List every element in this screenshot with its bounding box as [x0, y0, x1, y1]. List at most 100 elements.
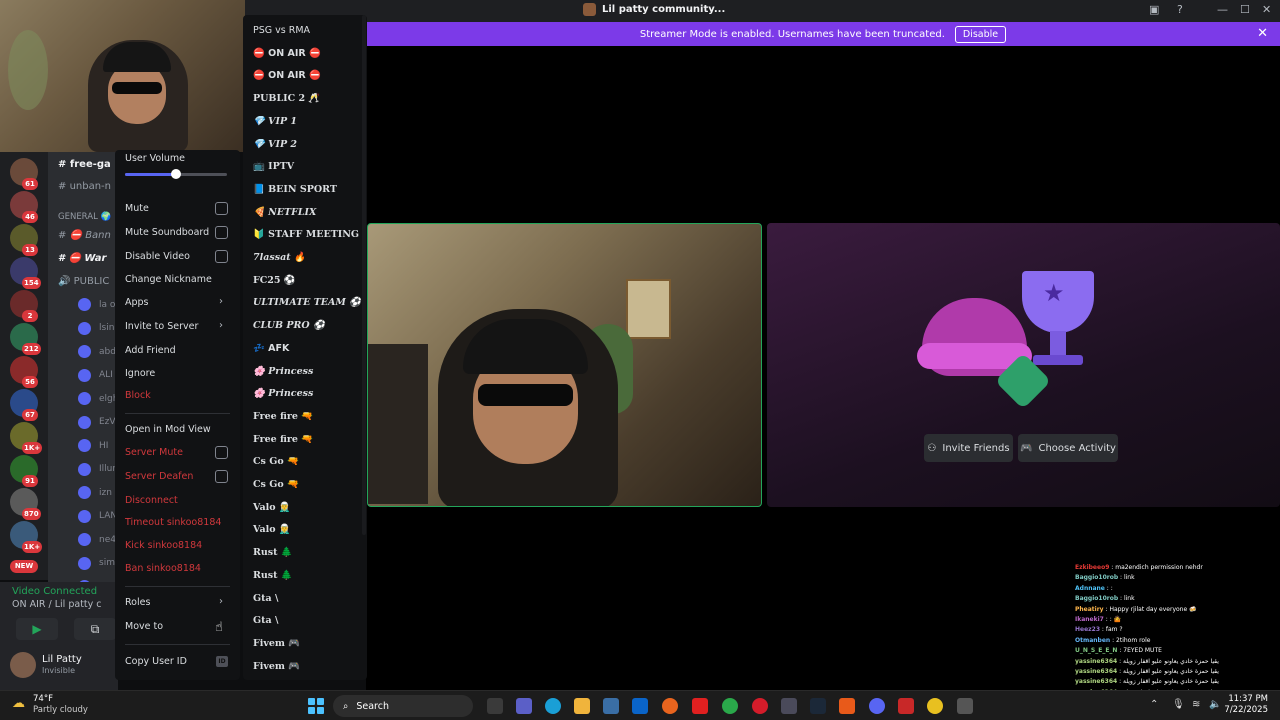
camera-icon[interactable]: ▶	[16, 618, 58, 640]
teams-icon[interactable]	[516, 698, 532, 714]
disable-video-item[interactable]: Disable Video	[125, 251, 190, 262]
disable-streamer-button[interactable]: Disable	[954, 25, 1007, 43]
disconnect-item[interactable]: Disconnect	[125, 495, 178, 506]
category-general[interactable]: GENERAL 🌍	[58, 212, 111, 222]
new-badge[interactable]: NEW	[10, 560, 38, 573]
move-to-channel-item[interactable]: 🌸 Princess	[253, 388, 313, 399]
voice-member[interactable]: ne4	[78, 533, 116, 546]
server-deafen-item[interactable]: Server Deafen	[125, 471, 193, 482]
move-to-channel-item[interactable]: Cs Go 🔫	[253, 456, 299, 467]
maximize-icon[interactable]: ☐	[1240, 3, 1250, 16]
start-button[interactable]	[308, 698, 324, 714]
clock-time[interactable]: 11:37 PM	[1228, 694, 1268, 704]
youtube-icon[interactable]	[692, 698, 708, 714]
voice-member[interactable]: sim	[78, 556, 115, 570]
invite-friends-button[interactable]: ⚇ Invite Friends	[924, 434, 1013, 462]
firefox-icon[interactable]	[662, 698, 678, 714]
help-icon[interactable]: ?	[1177, 3, 1183, 16]
move-to-channel-item[interactable]: Valo 🧝‍♂️	[253, 502, 291, 513]
roles-item[interactable]: Roles	[125, 597, 150, 608]
voice-channel-name[interactable]: ON AIR / Lil patty c	[12, 599, 102, 610]
app-icon[interactable]	[839, 698, 855, 714]
weather-icon[interactable]: ☁	[12, 696, 25, 711]
move-to-channel-item[interactable]: 💎 VIP 1	[253, 116, 297, 127]
kick-user-item[interactable]: Kick sinkoo8184	[125, 540, 202, 551]
app-icon[interactable]	[722, 698, 738, 714]
move-to-channel-item[interactable]: PSG vs RMA	[253, 25, 310, 36]
move-to-channel-item[interactable]: Valo 🧝‍♂️	[253, 524, 291, 535]
mute-checkbox[interactable]	[215, 202, 228, 215]
open-mod-view-item[interactable]: Open in Mod View	[125, 424, 211, 435]
disable-video-checkbox[interactable]	[215, 250, 228, 263]
mute-item[interactable]: Mute	[125, 203, 149, 214]
channel-unban[interactable]: # unban-n	[58, 181, 111, 192]
ignore-item[interactable]: Ignore	[125, 368, 155, 379]
move-to-channel-item[interactable]: Free fire 🔫	[253, 434, 313, 445]
move-to-channel-item[interactable]: Rust 🌲	[253, 547, 293, 558]
move-to-channel-item[interactable]: CLUB PRO ⚽	[253, 320, 325, 331]
apps-item[interactable]: Apps	[125, 297, 149, 308]
voice-member[interactable]: EzV	[78, 415, 116, 429]
app-icon[interactable]	[957, 698, 973, 714]
steam-icon[interactable]	[810, 698, 826, 714]
block-item[interactable]: Block	[125, 390, 151, 401]
mute-soundboard-item[interactable]: Mute Soundboard	[125, 227, 209, 238]
volume-slider-handle[interactable]	[171, 169, 181, 179]
server-mute-item[interactable]: Server Mute	[125, 447, 183, 458]
discord-icon[interactable]	[869, 698, 885, 714]
taskbar-search[interactable]: ⌕ Search	[333, 695, 473, 717]
timeout-user-item[interactable]: Timeout sinkoo8184	[125, 517, 221, 528]
file-explorer-icon[interactable]	[574, 698, 590, 714]
move-to-channel-item[interactable]: Fivem 🎮	[253, 661, 300, 672]
move-to-channel-item[interactable]: 💤 AFK	[253, 343, 289, 354]
choose-activity-button[interactable]: 🎮 Choose Activity	[1018, 434, 1118, 462]
move-to-channel-item[interactable]: Rust 🌲	[253, 570, 293, 581]
close-window-icon[interactable]: ✕	[1262, 3, 1271, 16]
store-icon[interactable]	[603, 698, 619, 714]
voice-member[interactable]: izn	[78, 486, 112, 499]
inbox-icon[interactable]: ▣	[1149, 3, 1159, 16]
copy-user-id-item[interactable]: Copy User ID	[125, 656, 187, 667]
edge-icon[interactable]	[545, 698, 561, 714]
channel-war[interactable]: # ⛔ War	[58, 253, 106, 264]
close-banner-icon[interactable]: ✕	[1257, 26, 1268, 41]
user-volume-slider[interactable]	[125, 169, 227, 179]
move-to-channel-item[interactable]: 🔰 STAFF MEETING	[253, 229, 359, 240]
clock-date[interactable]: 7/22/2025	[1220, 705, 1268, 715]
voice-member[interactable]: lsin	[78, 321, 114, 335]
server-mute-checkbox[interactable]	[215, 446, 228, 459]
screen-share-icon[interactable]: ⧉	[74, 618, 116, 640]
opera-icon[interactable]	[752, 698, 768, 714]
temperature[interactable]: 74°F	[33, 694, 53, 704]
move-to-channel-item[interactable]: Gta \	[253, 615, 278, 626]
voice-member[interactable]: Illun	[78, 462, 118, 476]
channel-bann[interactable]: # ⛔ Bann	[58, 230, 111, 241]
move-to-channel-item[interactable]: Fivem 🎮	[253, 638, 300, 649]
voice-member[interactable]: elgh	[78, 392, 118, 405]
chrome-icon[interactable]	[927, 698, 943, 714]
task-view-icon[interactable]	[487, 698, 503, 714]
channel-free-games[interactable]: # free-ga	[58, 159, 111, 170]
move-to-channel-item[interactable]: Gta \	[253, 593, 278, 604]
move-to-channel-item[interactable]: ⛔ ON AIR ⛔	[253, 48, 321, 59]
change-nickname-item[interactable]: Change Nickname	[125, 274, 212, 285]
move-to-channel-item[interactable]: PUBLIC 2 🥂	[253, 93, 320, 104]
outlook-icon[interactable]	[632, 698, 648, 714]
move-to-channel-item[interactable]: Cs Go 🔫	[253, 479, 299, 490]
scrollbar[interactable]	[362, 15, 366, 535]
move-to-channel-item[interactable]: 🌸 Princess	[253, 366, 313, 377]
move-to-channel-item[interactable]: 📘 BEIN SPORT	[253, 184, 337, 195]
move-to-item[interactable]: Move to	[125, 621, 163, 632]
microphone-icon[interactable]: 🎙	[1172, 699, 1185, 710]
move-to-channel-item[interactable]: ⛔ ON AIR ⛔	[253, 70, 321, 81]
mute-soundboard-checkbox[interactable]	[215, 226, 228, 239]
add-friend-item[interactable]: Add Friend	[125, 345, 176, 356]
move-to-channel-item[interactable]: 🍕 NETFLIX	[253, 207, 316, 218]
invite-to-server-item[interactable]: Invite to Server	[125, 321, 198, 332]
ban-user-item[interactable]: Ban sinkoo8184	[125, 563, 201, 574]
app-icon[interactable]	[898, 698, 914, 714]
voice-channel-public[interactable]: 🔊 PUBLIC	[58, 276, 109, 287]
move-to-channel-item[interactable]: 7lassat 🔥	[253, 252, 306, 263]
voice-member[interactable]: LAN	[78, 509, 117, 523]
server-deafen-checkbox[interactable]	[215, 470, 228, 483]
